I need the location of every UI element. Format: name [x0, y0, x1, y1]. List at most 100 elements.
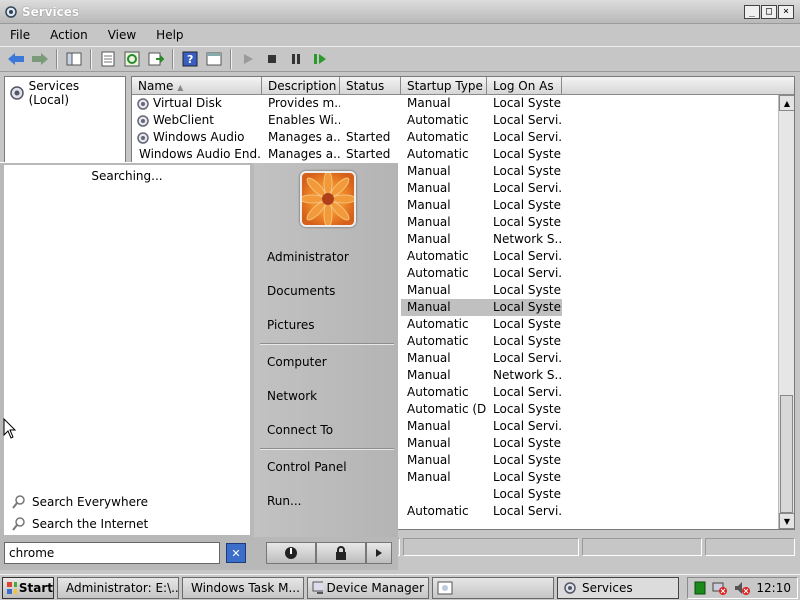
- taskbar: Start C:\ Administrator: E:\... Windows …: [0, 574, 800, 600]
- refresh-button[interactable]: [122, 49, 142, 69]
- cell-log-on-as: Local System: [493, 334, 562, 348]
- table-row[interactable]: WebClient Enables Wi... Automatic Local Ser…: [132, 112, 794, 129]
- start-menu: Searching... Search Everywhere Search th…: [0, 162, 398, 570]
- taskbar-item-services[interactable]: Services: [557, 576, 679, 599]
- start-item-control-panel[interactable]: Control Panel: [267, 460, 347, 474]
- column-header-name[interactable]: Name ▲: [132, 77, 262, 94]
- show-hide-tree-button[interactable]: [64, 49, 84, 69]
- start-label: Start: [18, 580, 53, 595]
- chevron-right-icon: [376, 549, 382, 557]
- column-header-log-on-as[interactable]: Log On As: [487, 77, 562, 94]
- power-controls: [266, 542, 392, 564]
- vertical-scrollbar[interactable]: ▲ ▼: [778, 95, 794, 529]
- back-button[interactable]: [6, 49, 26, 69]
- column-header-description[interactable]: Description: [262, 77, 340, 94]
- start-item-administrator[interactable]: Administrator: [267, 250, 349, 264]
- scroll-thumb[interactable]: [780, 395, 793, 513]
- column-header-startup-type[interactable]: Startup Type: [401, 77, 487, 94]
- minimize-button[interactable]: _: [744, 4, 760, 19]
- flower-icon: [302, 173, 354, 225]
- cell-startup-type: Automatic: [407, 147, 469, 161]
- cell-log-on-as: Local System: [493, 453, 562, 467]
- pause-service-button[interactable]: [286, 49, 306, 69]
- cell-startup-type: Manual: [407, 96, 451, 110]
- restart-service-button[interactable]: [310, 49, 330, 69]
- start-item-computer[interactable]: Computer: [267, 355, 327, 369]
- forward-button[interactable]: [30, 49, 50, 69]
- toolbar-separator: [172, 49, 174, 69]
- cell-log-on-as: Local Servi...: [493, 249, 562, 263]
- taskbar-item-task-manager[interactable]: Windows Task M...: [182, 576, 304, 599]
- cell-startup-type: Automatic: [407, 334, 469, 348]
- menu-view[interactable]: View: [106, 28, 138, 42]
- clear-search-button[interactable]: ✕: [226, 543, 246, 563]
- cell-log-on-as: Local Servi...: [493, 181, 562, 195]
- start-item-pictures[interactable]: Pictures: [267, 318, 315, 332]
- table-row[interactable]: Windows Audio Manages a... Started Automati…: [132, 129, 794, 146]
- search-everywhere-link[interactable]: Search Everywhere: [12, 495, 148, 509]
- search-icon: [12, 495, 25, 509]
- volume-muted-icon[interactable]: [734, 580, 751, 596]
- start-item-run[interactable]: Run...: [267, 494, 301, 508]
- start-button[interactable]: Start: [2, 576, 54, 599]
- properties-icon: [101, 51, 115, 67]
- search-internet-link[interactable]: Search the Internet: [12, 517, 148, 531]
- lock-button[interactable]: [316, 542, 366, 564]
- service-gear-icon: [137, 97, 149, 110]
- more-options-button[interactable]: [366, 542, 392, 564]
- menu-file[interactable]: File: [8, 28, 32, 42]
- taskbar-item-device-manager[interactable]: Device Manager: [307, 576, 429, 599]
- start-service-button[interactable]: [238, 49, 258, 69]
- help-button[interactable]: ?: [180, 49, 200, 69]
- refresh-icon: [124, 51, 140, 67]
- cell-startup-type: Manual: [407, 419, 451, 433]
- cell-description: Manages a...: [268, 130, 340, 144]
- green-status-icon[interactable]: [694, 581, 706, 595]
- pause-icon: [292, 54, 300, 64]
- toolbar: ?: [0, 46, 800, 72]
- title-bar[interactable]: Services _ □ ×: [0, 0, 800, 24]
- start-item-connect-to[interactable]: Connect To: [267, 423, 333, 437]
- windows-logo-icon: [7, 581, 17, 594]
- table-row[interactable]: Virtual Disk Provides m... Manual Local Sys…: [132, 95, 794, 112]
- cell-status: Started: [346, 147, 391, 161]
- cell-startup-type: Manual: [401, 299, 487, 316]
- start-search-input[interactable]: [4, 542, 220, 564]
- cell-log-on-as: Network S...: [493, 232, 562, 246]
- table-row[interactable]: Windows Audio End... Manages a... Started A…: [132, 146, 794, 163]
- sort-arrow-icon: ▲: [177, 83, 184, 92]
- cell-startup-type: Automatic: [407, 317, 469, 331]
- export-list-button[interactable]: [146, 49, 166, 69]
- cell-startup-type: Manual: [407, 232, 451, 246]
- show-console-button[interactable]: [204, 49, 224, 69]
- close-button[interactable]: ×: [778, 4, 794, 19]
- service-gear-icon: [137, 114, 149, 127]
- menu-action[interactable]: Action: [48, 28, 90, 42]
- scroll-up-button[interactable]: ▲: [779, 95, 794, 111]
- cell-status: [340, 112, 401, 129]
- tree-node-services-local[interactable]: Services (Local): [5, 77, 125, 109]
- maximize-button[interactable]: □: [761, 4, 777, 19]
- user-avatar[interactable]: [300, 171, 356, 227]
- start-item-documents[interactable]: Documents: [267, 284, 335, 298]
- svg-text:?: ?: [187, 53, 193, 66]
- cell-startup-type: [401, 486, 487, 503]
- lock-icon: [336, 546, 346, 560]
- searching-status: Searching...: [91, 169, 163, 183]
- column-header-status[interactable]: Status: [340, 77, 401, 94]
- cell-startup-type: Automatic: [407, 130, 469, 144]
- services-gear-icon: [564, 581, 576, 594]
- cell-startup-type: Automatic: [407, 249, 469, 263]
- cell-startup-type: Manual: [407, 470, 451, 484]
- menu-help[interactable]: Help: [154, 28, 185, 42]
- start-item-network[interactable]: Network: [267, 389, 317, 403]
- scroll-down-button[interactable]: ▼: [779, 513, 794, 529]
- power-button[interactable]: [266, 542, 316, 564]
- taskbar-item-untitled[interactable]: [432, 576, 554, 599]
- network-error-icon[interactable]: [712, 580, 728, 596]
- device-manager-icon: [312, 581, 323, 594]
- cell-log-on-as: Local System: [493, 96, 562, 110]
- stop-service-button[interactable]: [262, 49, 282, 69]
- taskbar-item-command-prompt[interactable]: C:\ Administrator: E:\...: [57, 576, 179, 599]
- properties-button[interactable]: [98, 49, 118, 69]
